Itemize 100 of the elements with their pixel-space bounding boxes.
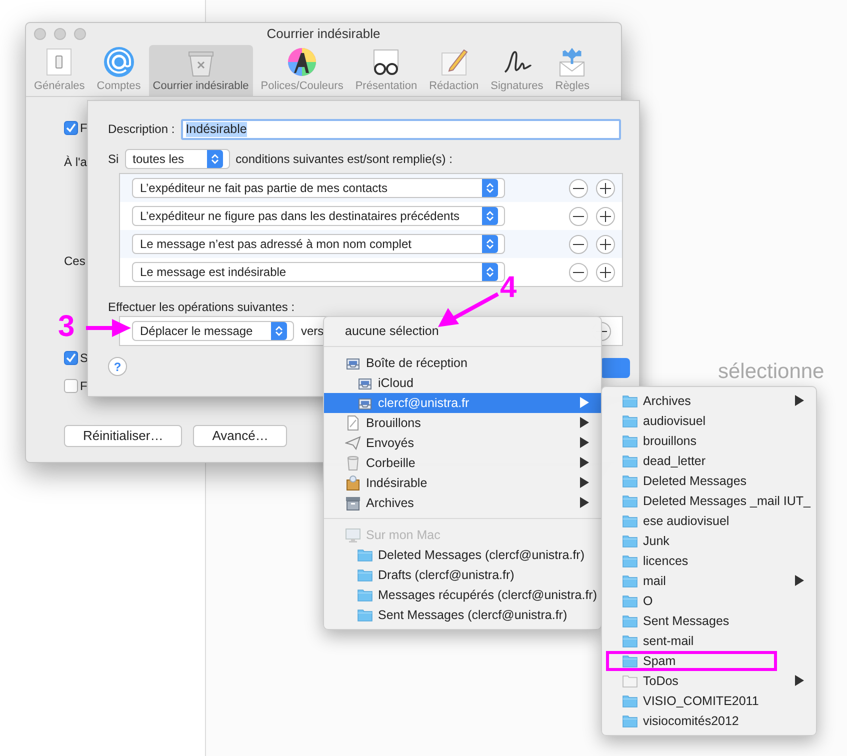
push-button[interactable]: Réinitialiser… (64, 425, 182, 447)
checkbox-label: F (80, 378, 88, 394)
stepper-arrows-icon (486, 182, 494, 194)
menu-item[interactable]: audiovisuel (602, 411, 816, 431)
folder-icon (357, 607, 373, 623)
field-label: Si (108, 152, 119, 166)
toolbar-tab[interactable]: Courrier indésirable (148, 45, 253, 96)
criterion-popup[interactable]: Le message n’est pas adressé à mon nom complet (132, 234, 505, 254)
menu-item[interactable]: Envoyés (324, 433, 601, 453)
folder-icon (622, 713, 638, 729)
plus-icon (600, 266, 611, 278)
menu-item[interactable]: Deleted Messages _mail IUT_ (602, 491, 816, 511)
folder-icon (357, 587, 373, 603)
plus-icon (600, 210, 611, 222)
menu-item[interactable]: ese audiovisuel (602, 511, 816, 531)
menu-item[interactable]: licences (602, 551, 816, 571)
criterion-popup[interactable]: L’expéditeur ne fait pas partie de mes contacts (132, 178, 505, 198)
menu-item[interactable]: sent-mail (602, 631, 816, 651)
folder-icon (622, 653, 638, 669)
menu-item[interactable]: aucune sélection (324, 321, 601, 341)
checkbox[interactable] (64, 351, 78, 365)
add-button[interactable] (596, 234, 615, 254)
pointer-arrow (86, 319, 131, 337)
menu-item[interactable]: dead_letter (602, 451, 816, 471)
menu-item[interactable]: Sent Messages (602, 611, 816, 631)
plus-icon (600, 182, 611, 194)
menu-item[interactable]: ToDos (602, 671, 816, 691)
folder-icon (622, 433, 638, 449)
menu-item[interactable]: Archives (602, 391, 816, 411)
folder-icon (622, 493, 638, 509)
placeholder-text: sélectionne (718, 359, 824, 384)
menu-item[interactable]: VISIO_COMITE2011 (602, 691, 816, 711)
submenu-arrow-icon (795, 675, 804, 686)
submenu-arrow-icon (795, 395, 804, 406)
menu-item[interactable]: iCloud (324, 373, 601, 393)
menu-item[interactable]: Archives (324, 493, 601, 513)
folder-icon (357, 567, 373, 583)
computer-icon (345, 527, 361, 543)
folder-icon (622, 453, 638, 469)
archive-box-icon (345, 495, 361, 511)
remove-button[interactable] (569, 234, 588, 254)
folder-icon (622, 693, 638, 709)
checkbox[interactable] (64, 121, 78, 135)
menu-item[interactable]: mail (602, 571, 816, 591)
step-number: 3 (58, 312, 75, 342)
paper-plane-icon (345, 435, 361, 451)
menu-item[interactable]: Deleted Messages (602, 471, 816, 491)
submenu-arrow-icon (580, 437, 589, 448)
criterion-popup[interactable]: Le message est indésirable (132, 262, 505, 282)
folder-icon (622, 633, 638, 649)
folder-icon (357, 547, 373, 563)
window-title: Courrier indésirable (266, 26, 380, 42)
default-button[interactable] (600, 358, 630, 378)
submenu-arrow-icon (580, 417, 589, 428)
stepper-arrows-icon (275, 325, 283, 338)
remove-button[interactable] (569, 262, 588, 282)
folder-icon (622, 593, 638, 609)
match-popup[interactable]: toutes les (124, 149, 230, 169)
criterion-popup[interactable]: L’expéditeur ne figure pas dans les destinataires précédents (132, 206, 505, 226)
folder-icon (622, 553, 638, 569)
menu-item[interactable]: Indésirable (324, 473, 601, 493)
field-label: vers (301, 324, 324, 339)
menu-item[interactable]: visiocomités2012 (602, 711, 816, 731)
checkbox[interactable] (64, 379, 78, 393)
action-popup[interactable]: Déplacer le message (132, 321, 294, 342)
document-icon (345, 415, 361, 431)
stepper-arrows-icon (486, 266, 494, 278)
menu-item[interactable]: Brouillons (324, 413, 601, 433)
submenu-arrow-icon (580, 457, 589, 468)
menu-item[interactable]: O (602, 591, 816, 611)
checkbox-label: F (80, 120, 88, 136)
add-button[interactable] (596, 206, 615, 226)
menu-item[interactable]: clercf@unistra.fr (324, 393, 601, 413)
push-button[interactable]: Avancé… (193, 425, 288, 447)
stepper-arrows-icon (210, 153, 219, 165)
menu-item[interactable]: Corbeille (324, 453, 601, 473)
section-label: Effectuer les opérations suivantes : (108, 300, 296, 314)
remove-button[interactable] (569, 178, 588, 198)
setting-label: Ces (64, 254, 86, 268)
stepper-arrows-icon (486, 238, 494, 250)
pointer-arrow (438, 292, 499, 327)
menu-item[interactable]: Junk (602, 531, 816, 551)
remove-button[interactable] (569, 206, 588, 226)
description-field[interactable]: Indésirable (180, 119, 621, 140)
submenu-arrow-icon (580, 477, 589, 488)
submenu-arrow-icon (580, 397, 589, 408)
add-button[interactable] (596, 262, 615, 282)
menu-item[interactable]: Boîte de réception (324, 353, 601, 373)
folder-icon (622, 613, 638, 629)
field-label: Description : (108, 122, 175, 137)
setting-label: À l'a (64, 154, 87, 170)
menu-item[interactable]: Spam (602, 651, 816, 671)
folder-icon (622, 413, 638, 429)
folder-icon (622, 673, 638, 689)
at-sign-icon (102, 46, 135, 78)
checkbox-label: S (80, 350, 88, 366)
add-button[interactable] (596, 178, 615, 198)
menu-item[interactable]: brouillons (602, 431, 816, 451)
folder-icon (622, 393, 638, 409)
field-label: conditions suivantes est/sont remplie(s) : (236, 152, 452, 166)
